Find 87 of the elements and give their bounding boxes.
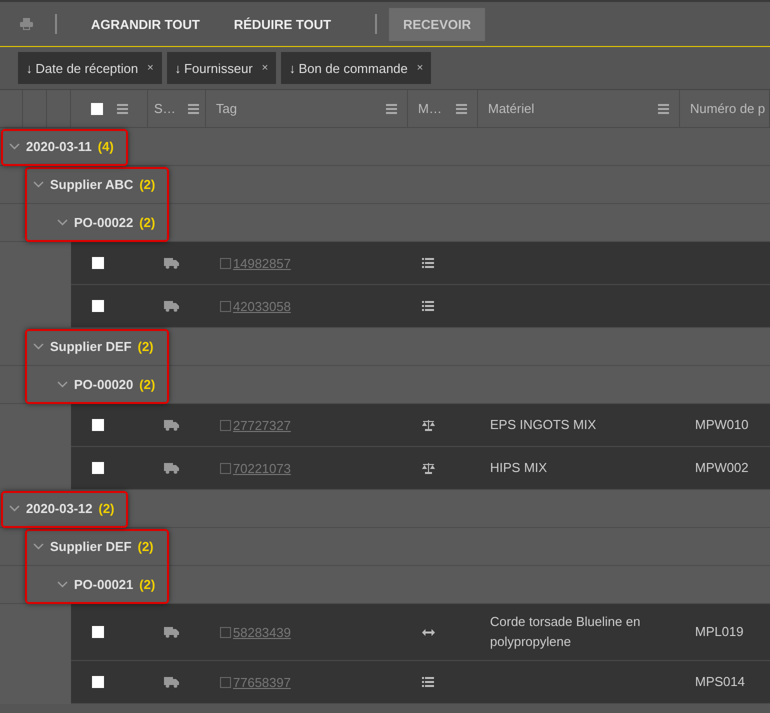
truck-icon [164,626,179,638]
chevron-down-icon[interactable] [57,381,68,388]
table-row[interactable]: 14982857 [71,242,770,285]
tag-link[interactable]: 58283439 [233,624,291,640]
column-menu-icon[interactable] [116,104,128,114]
group-chip[interactable]: ↓ Fournisseur × [166,52,276,84]
square-icon [220,420,231,430]
chip-label: Fournisseur [184,60,253,76]
column-header[interactable]: Matériel [488,101,654,116]
part-number-cell-text: MPL019 [695,623,744,641]
truck-icon [164,676,179,688]
group-label: PO-00021 [74,577,134,592]
column-header[interactable]: M… [418,101,452,116]
tag-link[interactable]: 42033058 [233,298,291,314]
column-menu-icon[interactable] [658,104,669,114]
tag-link[interactable]: 77658397 [233,674,291,690]
material-cell-text: HIPS MIX [490,459,548,477]
group-count: (2) [138,539,154,554]
group-label: PO-00020 [74,377,134,392]
group-label: Supplier DEF [50,339,132,354]
chevron-down-icon[interactable] [33,543,44,550]
group-chip[interactable]: ↓ Date de réception × [18,52,162,84]
group-count: (2) [138,339,154,354]
material-cell-text: Corde torsade Blueline en polypropylene [490,613,642,651]
square-icon [220,258,231,268]
row-checkbox[interactable] [92,419,104,431]
group-count: (2) [98,501,114,516]
chevron-down-icon[interactable] [33,343,44,350]
row-checkbox[interactable] [92,462,104,474]
group-count: (2) [139,177,156,192]
remove-button[interactable]: × [416,62,424,74]
group-label: 2020-03-12 [26,501,92,516]
group-count: (2) [139,577,156,592]
part-number-cell-text: MPS014 [695,673,745,691]
table-row[interactable]: 58283439 Corde torsade Blueline en polypropylene MPL019 [71,604,770,661]
toolbar-button[interactable]: RÉDUIRE TOUT [222,8,344,40]
chevron-down-icon[interactable] [57,581,68,588]
square-icon [220,300,231,312]
truck-icon [164,300,179,312]
truck-icon [164,462,179,474]
truck-icon [164,257,179,269]
sort-arrow: ↓ [289,60,296,76]
chip-label: Date de réception [36,60,138,76]
table-row[interactable]: 77658397 MPS014 [71,661,770,704]
toolbar-button[interactable]: AGRANDIR TOUT [79,8,212,40]
column-header[interactable]: Tag [216,101,382,116]
chip-label: Bon de commande [298,60,408,76]
square-icon [220,462,231,474]
row-checkbox[interactable] [92,300,104,312]
chevron-down-icon[interactable] [9,143,20,150]
table-row[interactable]: 27727327 EPS INGOTS MIX MPW010 [71,404,770,447]
column-header[interactable]: S… [154,101,184,116]
part-number-cell-text: MPW010 [695,416,748,434]
remove-button[interactable]: × [147,62,154,74]
part-number-cell-text: MPW002 [695,459,748,477]
column-menu-icon[interactable] [456,104,467,114]
sort-arrow: ↓ [26,60,32,76]
table-row[interactable]: 42033058 [71,285,770,328]
group-label: Supplier DEF [50,539,132,554]
truck-icon [164,419,179,431]
group-label: PO-00022 [74,215,134,230]
group-chip[interactable]: ↓ Bon de commande × [281,52,432,84]
tag-link[interactable]: 27727327 [233,418,291,432]
print-icon[interactable] [20,18,33,30]
remove-button[interactable]: × [262,62,268,74]
sort-arrow: ↓ [174,60,182,76]
select-all-checkbox[interactable] [90,102,102,114]
square-icon [220,626,231,638]
column-header[interactable]: Numéro de p [690,101,766,116]
chevron-down-icon[interactable] [9,505,20,512]
chevron-down-icon[interactable] [57,219,68,226]
group-count: (4) [98,139,114,154]
tag-link[interactable]: 14982857 [233,256,291,270]
chevron-down-icon[interactable] [33,181,44,188]
group-count: (2) [139,377,156,392]
row-checkbox[interactable] [92,626,104,638]
square-icon [220,676,231,688]
material-cell-text: EPS INGOTS MIX [490,416,596,434]
table-row[interactable]: 70221073 HIPS MIX MPW002 [71,447,770,490]
tag-link[interactable]: 70221073 [233,460,291,476]
group-label: Supplier ABC [50,177,134,192]
column-menu-icon[interactable] [188,104,199,114]
row-checkbox[interactable] [92,257,104,269]
column-menu-icon[interactable] [386,104,397,114]
group-count: (2) [139,215,156,230]
row-checkbox[interactable] [92,676,104,688]
group-label: 2020-03-11 [26,139,92,154]
